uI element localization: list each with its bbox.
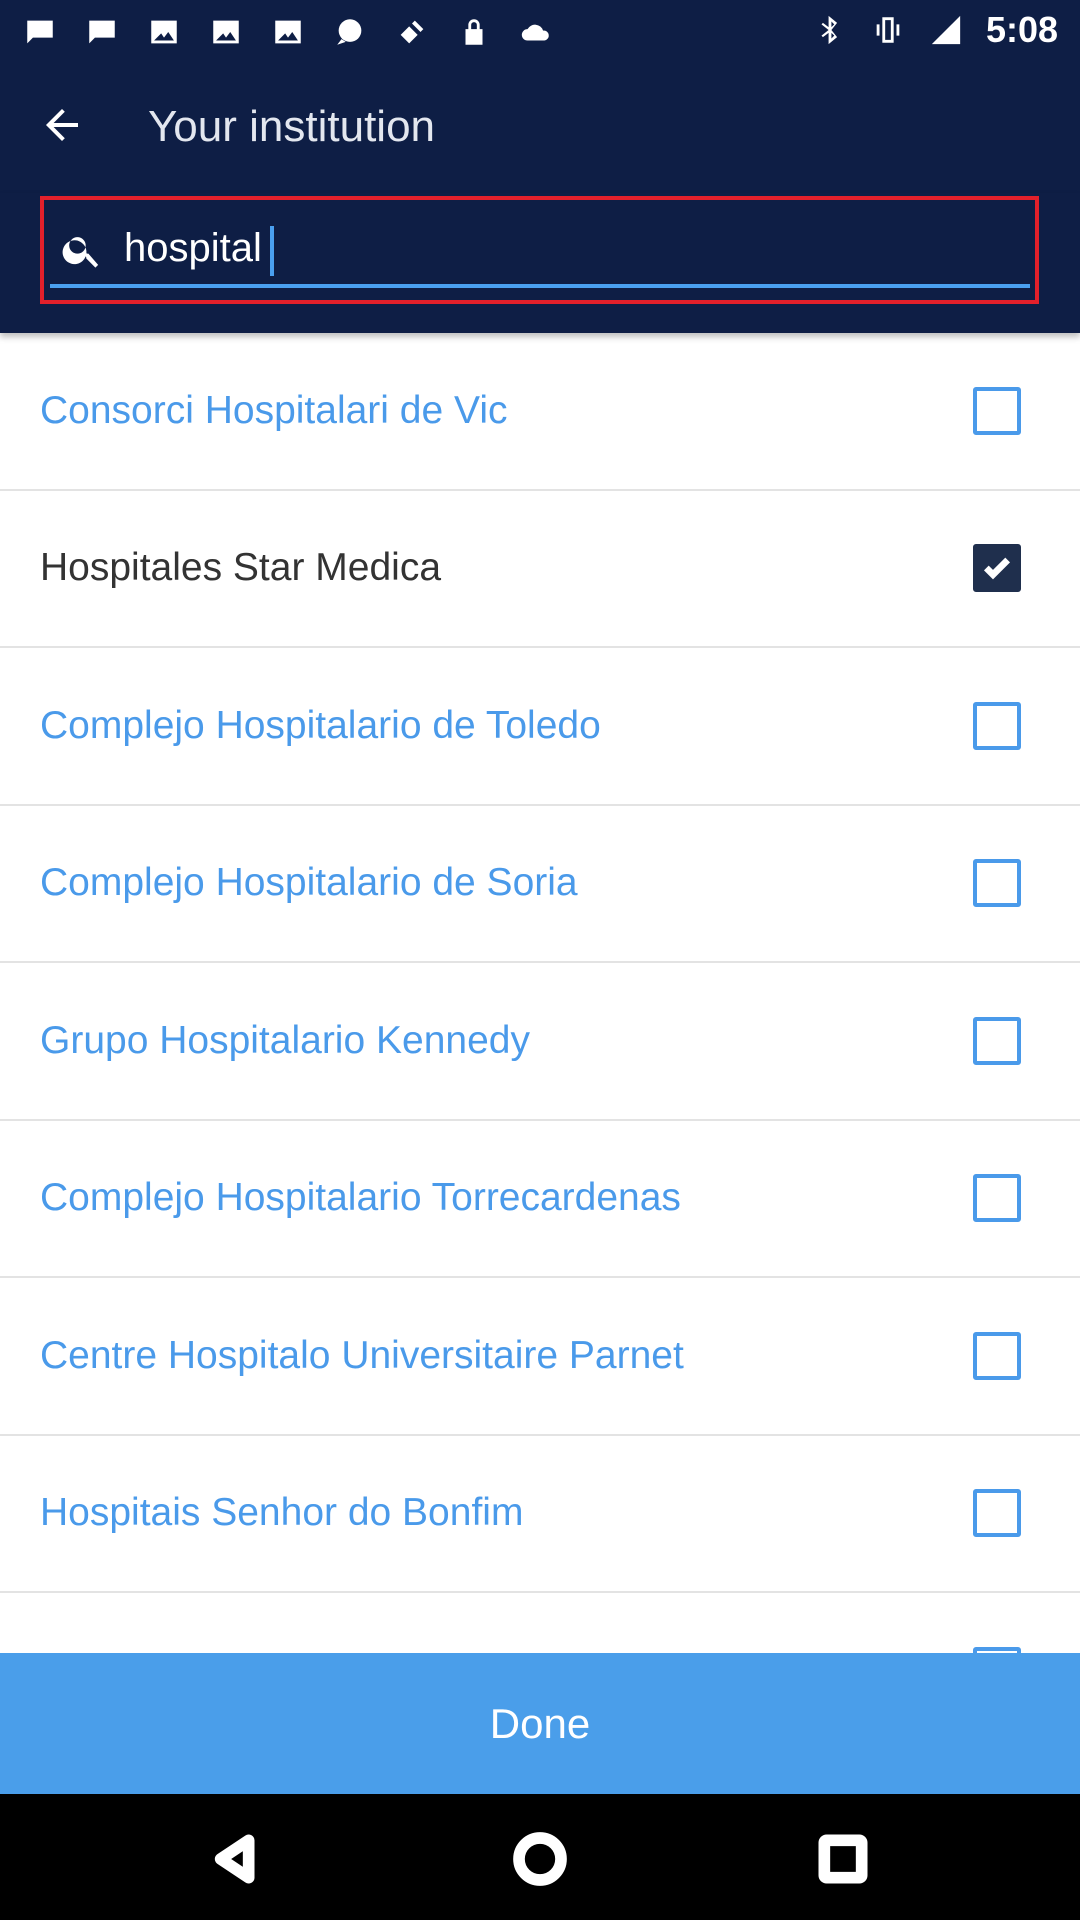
checkbox[interactable] <box>973 859 1021 908</box>
search-underline <box>50 284 1030 288</box>
vibrate-icon <box>870 12 906 48</box>
list-item[interactable]: Complejo Hospitalario Torrecardenas <box>0 1121 1080 1278</box>
search-area <box>0 193 1080 333</box>
list-item[interactable]: Centre Hospitalo Universitaire Parnet <box>0 1278 1080 1436</box>
checkbox[interactable] <box>973 1016 1021 1065</box>
status-system-icons: 5:08 <box>812 10 1058 50</box>
list-item-label: Grupo Hospitalario Kennedy <box>40 1018 530 1062</box>
list-item-label: Hospitais Senhor do Bonfim <box>40 1491 524 1535</box>
message-icon <box>22 14 58 50</box>
back-button[interactable] <box>30 93 94 157</box>
list-item-label: Hospitales Star Medica <box>40 546 442 590</box>
chat-icon <box>332 14 368 50</box>
checkmark-icon <box>983 557 1011 580</box>
checkbox[interactable] <box>973 1331 1021 1380</box>
image-icon <box>270 14 306 50</box>
done-button[interactable]: Done <box>0 1653 1080 1794</box>
nav-back-button[interactable] <box>202 1824 272 1894</box>
page-title: Your institution <box>148 102 436 151</box>
nav-recents-button[interactable] <box>808 1824 878 1894</box>
image-icon <box>146 14 182 50</box>
checkbox-checked[interactable] <box>973 544 1021 593</box>
image-icon <box>208 14 244 50</box>
cloud-icon <box>518 14 554 50</box>
checkbox[interactable] <box>973 701 1021 750</box>
list-item[interactable]: Hospitales Star Medica <box>0 491 1080 648</box>
message-icon <box>84 14 120 50</box>
fake-gps-icon <box>394 14 430 50</box>
status-time: 5:08 <box>985 9 1058 50</box>
status-bar: 5:08 <box>0 0 1080 63</box>
arrow-back-icon <box>46 109 78 141</box>
list-item[interactable]: Complejo Hospitalario de Soria <box>0 806 1080 963</box>
list-item-label: Complejo Hospitalario de Toledo <box>40 703 601 747</box>
text-cursor <box>270 226 274 276</box>
signal-icon <box>928 12 964 48</box>
institution-list[interactable]: Consorci Hospitalari de Vic Hospitales S… <box>0 333 1080 1751</box>
checkbox[interactable] <box>973 1489 1021 1538</box>
list-item[interactable]: Consorci Hospitalari de Vic <box>0 333 1080 491</box>
search-icon <box>58 226 106 274</box>
checkbox[interactable] <box>973 386 1021 435</box>
list-item[interactable]: Grupo Hospitalario Kennedy <box>0 963 1080 1121</box>
search-highlight-frame <box>40 196 1039 304</box>
lock-icon <box>456 14 492 50</box>
list-item[interactable]: Complejo Hospitalario de Toledo <box>0 648 1080 806</box>
list-item-label: Complejo Hospitalario de Soria <box>40 861 578 905</box>
bluetooth-icon <box>812 12 848 48</box>
checkbox[interactable] <box>973 1174 1021 1223</box>
list-item[interactable]: Hospitais Senhor do Bonfim <box>0 1436 1080 1593</box>
list-item-label: Consorci Hospitalari de Vic <box>40 388 508 432</box>
nav-home-button[interactable] <box>505 1824 575 1894</box>
status-notification-icons <box>22 14 554 50</box>
back-triangle-icon <box>214 1834 255 1884</box>
list-item-label: Centre Hospitalo Universitaire Parnet <box>40 1333 684 1377</box>
home-circle-icon <box>513 1832 567 1886</box>
system-nav-bar <box>0 1794 1080 1920</box>
list-item-label: Complejo Hospitalario Torrecardenas <box>40 1176 681 1220</box>
search-input[interactable] <box>124 218 1004 278</box>
recents-square-icon <box>818 1834 868 1884</box>
app-bar: Your institution <box>0 63 1080 193</box>
